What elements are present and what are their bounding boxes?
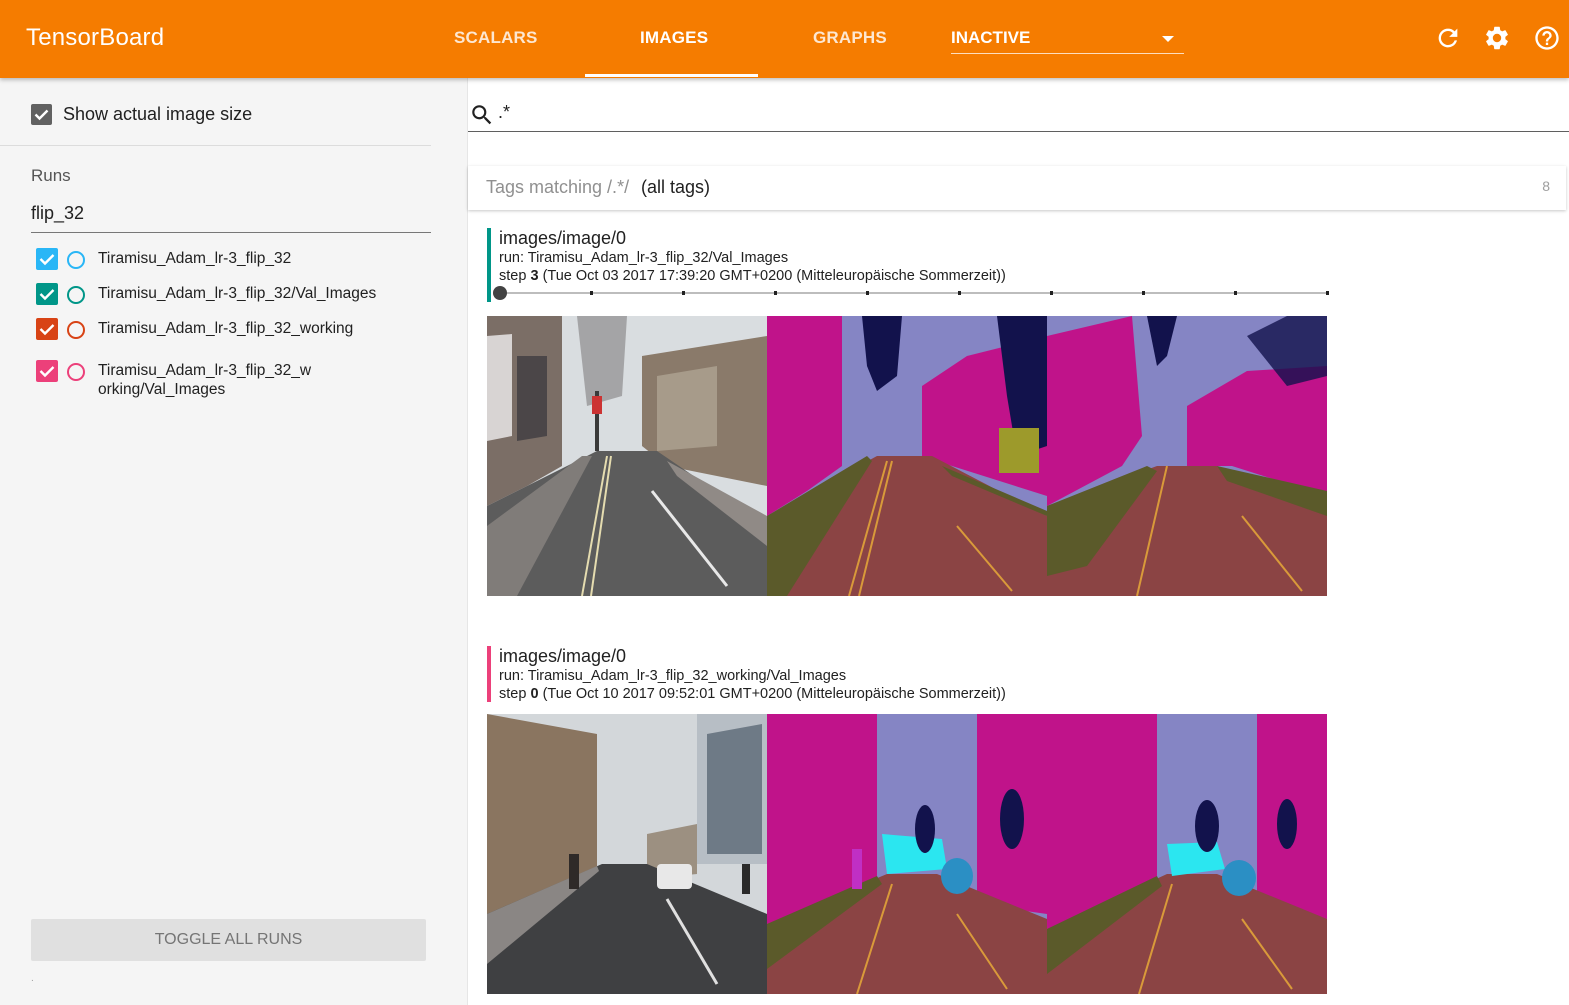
prediction-mask — [1047, 714, 1327, 994]
run-color-bar — [487, 228, 491, 302]
sidebar-divider — [0, 145, 431, 146]
inactive-dropdown[interactable]: INACTIVE — [951, 26, 1184, 54]
inactive-dropdown-label: INACTIVE — [951, 28, 1031, 47]
settings-icon[interactable] — [1483, 24, 1511, 52]
run-color-radio[interactable] — [67, 286, 85, 304]
run-label: Tiramisu_Adam_lr-3_flip_32 — [98, 250, 292, 267]
slider-tick — [1234, 291, 1237, 295]
segmentation-image — [487, 714, 1327, 994]
run-label: Tiramisu_Adam_lr-3_flip_32_working/Val_I… — [98, 362, 312, 398]
runs-title: Runs — [31, 166, 71, 185]
toolbar: TensorBoard SCALARS IMAGES GRAPHS INACTI… — [0, 0, 1569, 78]
runs-filter-input[interactable]: flip_32 — [31, 203, 431, 233]
slider-tick — [1326, 291, 1329, 295]
street-photo — [487, 316, 767, 596]
search-icon — [469, 102, 495, 133]
slider-tick — [682, 291, 685, 295]
slider-tick — [590, 291, 593, 295]
run-color-radio[interactable] — [67, 321, 85, 339]
slider-tick — [1142, 291, 1145, 295]
card-step-info: step 3 (Tue Oct 03 2017 17:39:20 GMT+020… — [499, 268, 1006, 284]
card-step-info: step 0 (Tue Oct 10 2017 09:52:01 GMT+020… — [499, 686, 1006, 702]
prediction-mask — [1047, 316, 1327, 596]
slider-tick — [958, 291, 961, 295]
step-label: step — [499, 268, 527, 284]
run-checkbox[interactable] — [36, 283, 58, 305]
slider-tick — [774, 291, 777, 295]
step-timestamp: (Tue Oct 03 2017 17:39:20 GMT+0200 (Mitt… — [542, 268, 1006, 284]
brand-title: TensorBoard — [26, 24, 165, 51]
run-checkbox[interactable] — [36, 360, 58, 382]
active-tab-indicator — [585, 74, 758, 77]
refresh-icon[interactable] — [1434, 24, 1462, 52]
help-icon[interactable] — [1533, 24, 1561, 52]
tag-filter-input[interactable] — [498, 102, 1498, 123]
run-checkbox[interactable] — [36, 318, 58, 340]
tag-count-badge: 8 — [1542, 178, 1550, 194]
step-number: 0 — [530, 686, 539, 702]
step-slider-thumb[interactable] — [493, 286, 507, 300]
sidebar: Show actual image size Runs flip_32 Tira… — [0, 78, 468, 1005]
ground-truth-mask — [767, 316, 1047, 596]
run-label: Tiramisu_Adam_lr-3_flip_32/Val_Images — [98, 285, 377, 302]
image-card: images/image/0 run: Tiramisu_Adam_lr-3_f… — [487, 646, 1347, 706]
tag-filter — [468, 96, 1569, 132]
step-timestamp: (Tue Oct 10 2017 09:52:01 GMT+0200 (Mitt… — [542, 686, 1006, 702]
run-checkbox[interactable] — [36, 248, 58, 270]
step-number: 3 — [530, 268, 539, 284]
run-color-radio[interactable] — [67, 251, 85, 269]
all-tags-label: (all tags) — [641, 177, 711, 197]
street-photo — [487, 714, 767, 994]
show-actual-size-label: Show actual image size — [63, 104, 253, 124]
tab-graphs[interactable]: GRAPHS — [813, 28, 887, 48]
show-actual-size-checkbox[interactable] — [31, 104, 52, 125]
ground-truth-mask — [767, 714, 1047, 994]
tab-images[interactable]: IMAGES — [640, 28, 708, 48]
caret-down-icon — [1162, 36, 1174, 42]
run-color-bar — [487, 646, 491, 702]
card-run-name: run: Tiramisu_Adam_lr-3_flip_32/Val_Imag… — [499, 250, 789, 266]
tab-scalars[interactable]: SCALARS — [454, 28, 538, 48]
tags-matching-header[interactable]: Tags matching /.*/ (all tags) 8 — [468, 166, 1566, 210]
step-label: step — [499, 686, 527, 702]
run-label: Tiramisu_Adam_lr-3_flip_32_working — [98, 320, 354, 337]
step-slider[interactable] — [493, 286, 1329, 300]
toggle-all-runs-button[interactable]: TOGGLE ALL RUNS — [31, 919, 426, 961]
run-color-radio[interactable] — [67, 363, 85, 381]
tags-matching-label: Tags matching /.*/ — [486, 177, 630, 197]
footer-dot: . — [31, 973, 34, 984]
slider-tick — [866, 291, 869, 295]
card-run-name: run: Tiramisu_Adam_lr-3_flip_32_working/… — [499, 668, 847, 684]
segmentation-image — [487, 316, 1327, 596]
card-tag-title: images/image/0 — [499, 228, 627, 248]
image-card: images/image/0 run: Tiramisu_Adam_lr-3_f… — [487, 228, 1347, 302]
slider-tick — [1050, 291, 1053, 295]
card-tag-title: images/image/0 — [499, 646, 627, 666]
